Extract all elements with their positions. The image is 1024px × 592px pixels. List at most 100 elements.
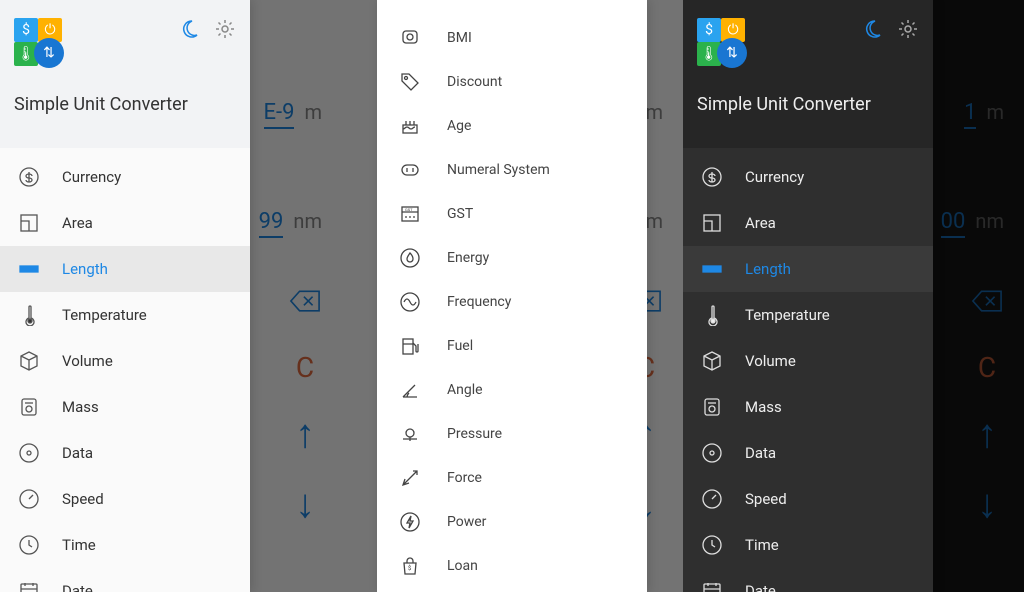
drawer-header: $ ⏻ 🌡 ⇅ Simple Unit Converter [683, 0, 933, 148]
thermometer-icon [18, 304, 40, 326]
menu-item-mass[interactable]: Mass [683, 384, 933, 430]
settings-icon[interactable] [897, 18, 919, 44]
menu-item-numeral[interactable]: Numeral System [377, 148, 647, 192]
menu-item-label: Numeral System [447, 162, 550, 178]
menu-item-label: Angle [447, 382, 483, 398]
theme-toggle-icon[interactable] [178, 18, 200, 44]
theme-toggle-icon[interactable] [861, 18, 883, 44]
app-logo: $ ⏻ 🌡 ⇅ [14, 18, 70, 74]
settings-icon[interactable] [214, 18, 236, 44]
menu-item-label: Volume [745, 352, 796, 370]
dollar-circle-icon [18, 166, 40, 188]
menu-item-label: Area [62, 214, 93, 232]
menu-item-time[interactable]: Time [0, 522, 250, 568]
menu-item-force[interactable]: Force [377, 456, 647, 500]
menu-item-data[interactable]: Data [683, 430, 933, 476]
thermometer-icon [701, 304, 723, 326]
menu-item-frequency[interactable]: Frequency [377, 280, 647, 324]
menu-item-bmi[interactable]: BMI [377, 16, 647, 60]
menu-item-area[interactable]: Area [0, 200, 250, 246]
bag-icon [399, 555, 421, 577]
pressure-icon [399, 423, 421, 445]
menu-item-discount[interactable]: Discount [377, 60, 647, 104]
menu-item-volume[interactable]: Volume [683, 338, 933, 384]
menu-item-label: Mass [745, 398, 782, 416]
ruler-icon [701, 258, 723, 280]
menu-item-label: Currency [62, 168, 121, 186]
app-title: Simple Unit Converter [14, 94, 236, 115]
menu-item-data[interactable]: Data [0, 430, 250, 476]
nav-drawer-dark: $ ⏻ 🌡 ⇅ Simple Unit Converter Currency Ar… [683, 0, 933, 592]
bolt-icon [399, 511, 421, 533]
menu-item-label: Time [62, 536, 96, 554]
weight-icon [399, 27, 421, 49]
menu-item-label: Temperature [745, 306, 830, 324]
menu-item-label: Date [745, 582, 776, 592]
menu-item-label: Fuel [447, 338, 473, 354]
scale-icon [701, 396, 723, 418]
scale-icon [18, 396, 40, 418]
menu-item-time[interactable]: Time [683, 522, 933, 568]
menu-item-volume[interactable]: Volume [0, 338, 250, 384]
disc-icon [18, 442, 40, 464]
menu-item-label: Pressure [447, 426, 502, 442]
pump-icon [399, 335, 421, 357]
menu-item-temperature[interactable]: Temperature [683, 292, 933, 338]
menu-item-pressure[interactable]: Pressure [377, 412, 647, 456]
clock-icon [701, 534, 723, 556]
menu-item-age[interactable]: Age [377, 104, 647, 148]
menu-item-currency[interactable]: Currency [683, 154, 933, 200]
drawer-header: $ ⏻ 🌡 ⇅ Simple Unit Converter [0, 0, 250, 148]
menu-item-label: Discount [447, 74, 502, 90]
menu-item-label: Date [62, 582, 93, 592]
menu-item-label: BMI [447, 30, 472, 46]
main-menu: Currency Area Length Temperature Volume Mass D… [683, 148, 933, 592]
angle-icon [399, 379, 421, 401]
menu-item-angle[interactable]: Angle [377, 368, 647, 412]
menu-item-area[interactable]: Area [683, 200, 933, 246]
menu-item-label: Age [447, 118, 471, 134]
app-logo: $ ⏻ 🌡 ⇅ [697, 18, 753, 74]
cube-icon [18, 350, 40, 372]
wave-icon [399, 291, 421, 313]
menu-item-energy[interactable]: Energy [377, 236, 647, 280]
menu-item-label: Data [62, 444, 93, 462]
menu-item-label: Currency [745, 168, 804, 186]
menu-item-label: Volume [62, 352, 113, 370]
menu-item-label: Temperature [62, 306, 147, 324]
menu-item-currency[interactable]: Currency [0, 154, 250, 200]
menu-item-label: Energy [447, 250, 489, 266]
menu-item-label: Power [447, 514, 486, 530]
menu-item-gst[interactable]: GST [377, 192, 647, 236]
menu-item-date[interactable]: Date [683, 568, 933, 592]
tag-icon [399, 71, 421, 93]
menu-item-length[interactable]: Length [683, 246, 933, 292]
menu-item-temperature[interactable]: Temperature [0, 292, 250, 338]
menu-item-date[interactable]: Date [0, 568, 250, 592]
menu-item-length[interactable]: Length [0, 246, 250, 292]
gauge-icon [18, 488, 40, 510]
clock-icon [18, 534, 40, 556]
area-icon [18, 212, 40, 234]
cube-icon [701, 350, 723, 372]
force-icon [399, 467, 421, 489]
menu-item-power[interactable]: Power [377, 500, 647, 544]
menu-item-label: Force [447, 470, 482, 486]
menu-item-label: Frequency [447, 294, 511, 310]
gauge-icon [701, 488, 723, 510]
flame-icon [399, 247, 421, 269]
menu-item-speed[interactable]: Speed [0, 476, 250, 522]
menu-item-label: Mass [62, 398, 99, 416]
menu-item-loan[interactable]: Loan [377, 544, 647, 588]
gst-icon [399, 203, 421, 225]
app-title: Simple Unit Converter [697, 94, 919, 115]
nav-drawer-extended: BMI Discount Age Numeral System GST Energy Fre… [377, 0, 647, 592]
menu-item-label: Loan [447, 558, 478, 574]
menu-item-label: Length [745, 260, 791, 278]
menu-item-label: Speed [62, 490, 104, 508]
screenshot-dark: 1m 00nm C ↑ ↓ $ ⏻ 🌡 ⇅ Simple Unit Conver… [683, 0, 1024, 592]
menu-item-mass[interactable]: Mass [0, 384, 250, 430]
dollar-circle-icon [701, 166, 723, 188]
menu-item-speed[interactable]: Speed [683, 476, 933, 522]
menu-item-fuel[interactable]: Fuel [377, 324, 647, 368]
